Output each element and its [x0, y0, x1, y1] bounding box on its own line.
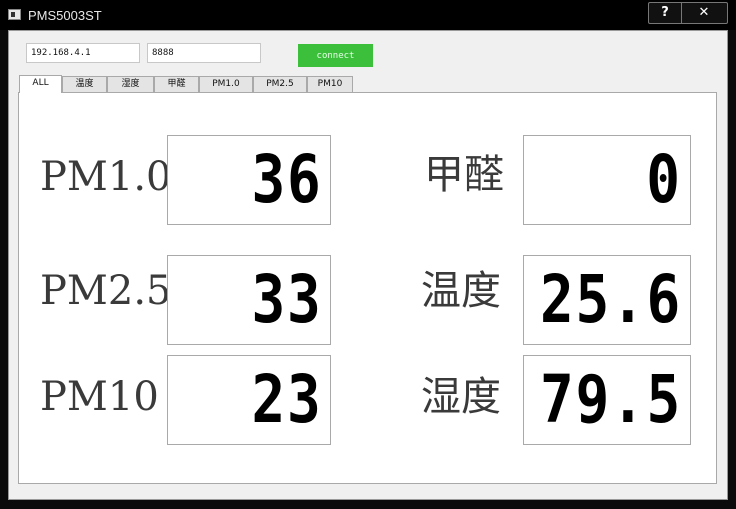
pm2-5-value: 33 — [251, 261, 322, 338]
pm1-0-display: 36 — [167, 135, 331, 225]
tab-pm2-5[interactable]: PM2.5 — [253, 76, 307, 92]
pm10-display: 23 — [167, 355, 331, 445]
humidity-label: 湿度 — [421, 374, 501, 420]
connect-button[interactable]: connect — [298, 44, 373, 67]
pm1-0-value: 36 — [251, 141, 322, 218]
temperature-value: 25.6 — [540, 261, 682, 338]
pm2-5-label: PM2.5 — [40, 268, 172, 314]
formaldehyde-label: 甲醛 — [424, 152, 504, 198]
help-button[interactable]: ? — [649, 3, 682, 23]
port-input[interactable] — [147, 43, 261, 63]
tab-formaldehyde[interactable]: 甲醛 — [154, 76, 199, 92]
tab-humidity[interactable]: 湿度 — [107, 76, 154, 92]
app-icon — [8, 9, 21, 20]
all-readings-panel: PM1.0 36 PM2.5 33 PM10 23 甲醛 0 温度 25.6 湿… — [18, 92, 717, 484]
app-window: PMS5003ST ? ✕ connect ALL 温度 湿度 甲醛 PM1.0… — [0, 0, 736, 509]
close-button[interactable]: ✕ — [681, 3, 727, 23]
title-bar[interactable]: PMS5003ST ? ✕ — [0, 0, 736, 30]
window-title: PMS5003ST — [28, 8, 102, 23]
tab-pm10[interactable]: PM10 — [307, 76, 353, 92]
formaldehyde-display: 0 — [523, 135, 691, 225]
temperature-display: 25.6 — [523, 255, 691, 345]
tab-temperature[interactable]: 温度 — [62, 76, 107, 92]
tab-all[interactable]: ALL — [19, 75, 62, 93]
formaldehyde-value: 0 — [646, 141, 682, 218]
tab-pm1-0[interactable]: PM1.0 — [199, 76, 253, 92]
humidity-display: 79.5 — [523, 355, 691, 445]
client-area: connect ALL 温度 湿度 甲醛 PM1.0 PM2.5 PM10 PM… — [8, 30, 728, 500]
pm10-value: 23 — [251, 361, 322, 438]
pm1-0-label: PM1.0 — [40, 154, 172, 200]
pm2-5-display: 33 — [167, 255, 331, 345]
title-bar-buttons: ? ✕ — [648, 2, 728, 24]
temperature-label: 温度 — [421, 268, 501, 314]
humidity-value: 79.5 — [540, 361, 682, 438]
pm10-label: PM10 — [40, 374, 159, 420]
ip-address-input[interactable] — [26, 43, 140, 63]
